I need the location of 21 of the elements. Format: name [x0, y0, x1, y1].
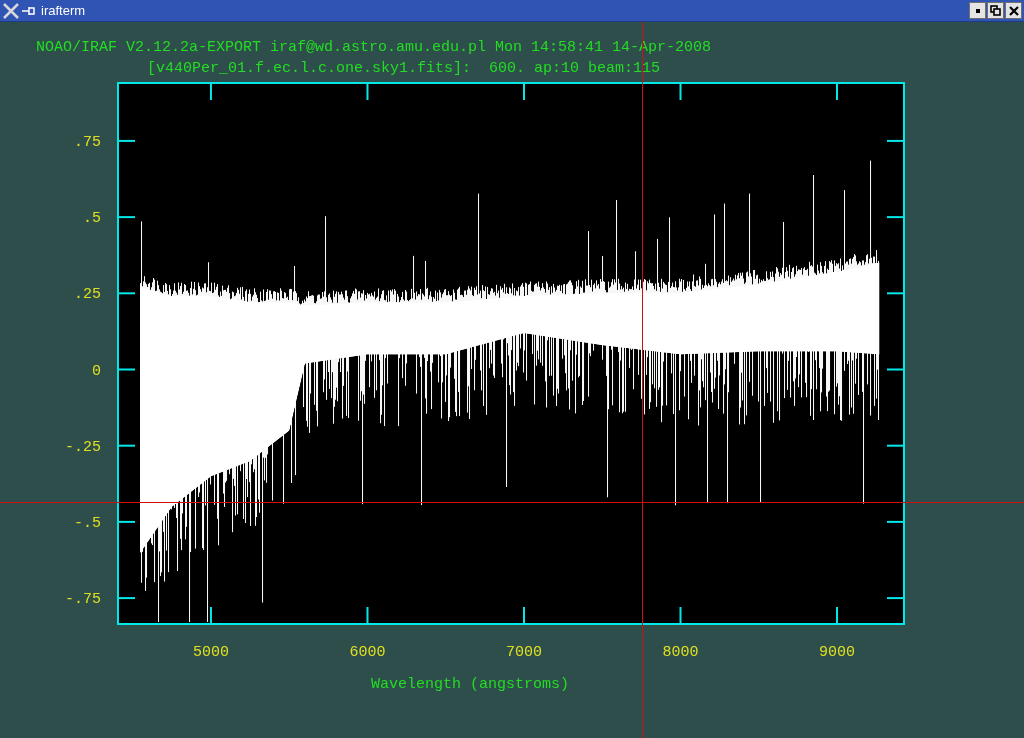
close-icon: [1008, 5, 1019, 16]
restore-icon: [990, 5, 1001, 16]
y-tick-label: .5: [83, 210, 101, 228]
x-tick-label: 7000: [506, 644, 542, 661]
x-tick-label: 5000: [192, 644, 229, 661]
y-tick-label: .25: [74, 286, 101, 304]
maximize-button[interactable]: [987, 2, 1004, 19]
x-tick-label: 6000: [349, 644, 386, 661]
x-axis-label: Wavelength (angstroms): [371, 676, 569, 693]
y-tick-label: -.5: [74, 514, 101, 532]
y-tick-label: -.25: [65, 438, 101, 456]
y-tick-label: -.75: [65, 591, 101, 609]
x-tick-label: 8000: [662, 644, 699, 661]
minimize-button[interactable]: [969, 2, 986, 19]
y-tick-label: 0: [92, 362, 101, 380]
window-title: irafterm: [41, 1, 86, 20]
x-tick-label: 9000: [819, 644, 855, 661]
close-button[interactable]: [1005, 2, 1022, 19]
pin-icon[interactable]: [21, 4, 37, 17]
x-logo-icon: [2, 2, 20, 19]
y-tick-label: .75: [74, 133, 101, 151]
